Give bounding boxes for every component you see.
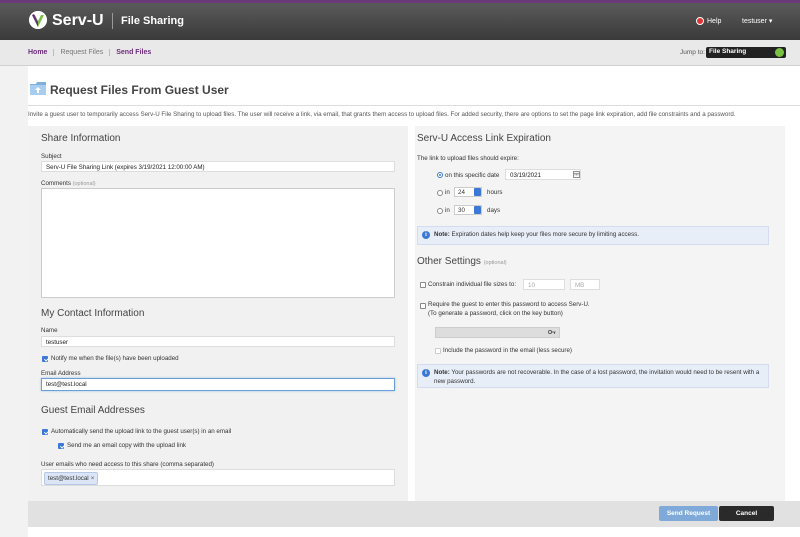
expiration-intro: The link to upload files should expire: (417, 155, 519, 162)
folder-upload-icon (30, 82, 46, 95)
days-prefix: in (445, 207, 450, 214)
password-note-bold: Note: (434, 369, 450, 376)
remove-tag-icon[interactable]: × (91, 475, 95, 482)
size-input[interactable]: 10 (523, 279, 565, 290)
comments-optional: (optional) (72, 181, 96, 187)
share-info-title: Share Information (41, 133, 121, 144)
left-panel: Share Information Subject Serv-U File Sh… (28, 126, 408, 501)
password-note-text: Your passwords are not recoverable. In t… (434, 369, 760, 385)
days-spinner-icon[interactable] (474, 206, 481, 214)
subject-label: Subject (41, 153, 62, 160)
email-tag: test@test.local × (44, 472, 99, 485)
comments-label: Comments (optional) (41, 180, 96, 187)
guest-emails-title: Guest Email Addresses (41, 405, 145, 416)
form-footer: Send Request Cancel (28, 501, 800, 527)
days-input[interactable]: 30 (454, 205, 482, 215)
email-tag-text: test@test.local (48, 475, 89, 482)
password-input[interactable] (435, 327, 560, 338)
comments-textarea[interactable] (41, 188, 395, 298)
top-bar: Serv-U File Sharing Help testuser ▾ (0, 0, 800, 40)
name-input[interactable]: testuser (41, 336, 395, 347)
hours-prefix: in (445, 189, 450, 196)
email-copy-label: Send me an email copy with the upload li… (67, 442, 187, 449)
subject-input[interactable]: Serv-U File Sharing Link (expires 3/19/2… (41, 161, 395, 172)
user-emails-label: User emails who need access to this shar… (41, 461, 214, 468)
expire-date-input[interactable]: 03/19/2021 (505, 169, 581, 180)
divider (112, 13, 113, 29)
constrain-size-checkbox[interactable] (420, 282, 426, 288)
right-panel: Serv-U Access Link Expiration The link t… (415, 126, 785, 501)
notify-label: Notify me when the file(s) have been upl… (51, 355, 179, 362)
other-settings-title: Other Settings (optional) (417, 256, 507, 267)
password-hint: (To generate a password, click on the ke… (428, 310, 563, 317)
page-title: Request Files From Guest User (50, 83, 229, 97)
days-value: 30 (458, 207, 465, 214)
expire-days-radio[interactable] (437, 208, 443, 214)
help-link[interactable]: Help (696, 17, 721, 25)
expire-date-label: on this specific date (445, 172, 500, 179)
calendar-icon[interactable] (573, 171, 580, 178)
serv-u-logo-icon (29, 11, 47, 29)
info-icon: i (422, 369, 430, 377)
expiration-note-bold: Note: (434, 231, 450, 238)
main-content: Request Files From Guest User Invite a g… (28, 66, 800, 537)
user-menu[interactable]: testuser ▾ (742, 17, 772, 25)
nav-bar: Home Request Files Send Files Jump to: F… (0, 40, 800, 66)
require-password-label: Require the guest to enter this password… (428, 301, 590, 308)
expiration-note: i Note: Expiration dates help keep your … (417, 226, 769, 245)
other-settings-title-text: Other Settings (417, 256, 481, 267)
cancel-button[interactable]: Cancel (719, 506, 774, 521)
constrain-size-label: Constrain individual file sizes to: (428, 281, 517, 288)
nav-request-files-link[interactable]: Request Files (54, 49, 111, 56)
notify-checkbox[interactable] (42, 356, 48, 362)
include-password-label: Include the password in the email (less … (443, 347, 572, 354)
breadcrumb: Home Request Files Send Files (28, 49, 157, 56)
nav-home-link[interactable]: Home (28, 49, 55, 56)
hours-value: 24 (458, 189, 465, 196)
name-label: Name (41, 327, 58, 334)
app-title: File Sharing (121, 15, 184, 27)
help-label: Help (707, 17, 722, 25)
go-icon[interactable] (775, 48, 784, 57)
password-note: i Note: Your passwords are not recoverab… (417, 364, 769, 388)
email-copy-checkbox[interactable] (58, 443, 64, 449)
days-unit: days (487, 207, 501, 214)
comments-label-text: Comments (41, 180, 71, 187)
expiration-title: Serv-U Access Link Expiration (417, 133, 551, 144)
expiration-note-text: Expiration dates help keep your files mo… (451, 231, 639, 238)
hours-unit: hours (487, 189, 503, 196)
auto-send-label: Automatically send the upload link to th… (51, 428, 232, 435)
jump-to-select[interactable]: File Sharing (706, 47, 786, 58)
email-input[interactable]: test@test.local (41, 378, 395, 391)
logo-text: Serv-U (52, 12, 104, 29)
expire-date-radio[interactable] (437, 172, 443, 178)
require-password-checkbox[interactable] (420, 303, 426, 309)
auto-send-checkbox[interactable] (42, 429, 48, 435)
page-description: Invite a guest user to temporarily acces… (28, 105, 800, 118)
nav-send-files-link[interactable]: Send Files (110, 49, 157, 56)
jump-to-label: Jump to: (680, 49, 705, 56)
hours-input[interactable]: 24 (454, 187, 482, 197)
key-icon[interactable] (548, 329, 556, 335)
jump-to-value: File Sharing (709, 48, 747, 55)
expire-hours-radio[interactable] (437, 190, 443, 196)
send-request-button[interactable]: Send Request (659, 506, 718, 521)
email-label: Email Address (41, 370, 81, 377)
hours-spinner-icon[interactable] (474, 188, 481, 196)
contact-info-title: My Contact Information (41, 308, 145, 319)
other-settings-optional: (optional) (483, 260, 507, 266)
include-password-checkbox[interactable] (435, 348, 441, 354)
info-icon: i (422, 231, 430, 239)
size-unit-select[interactable]: MB (570, 279, 600, 290)
lifebuoy-icon (696, 17, 704, 25)
